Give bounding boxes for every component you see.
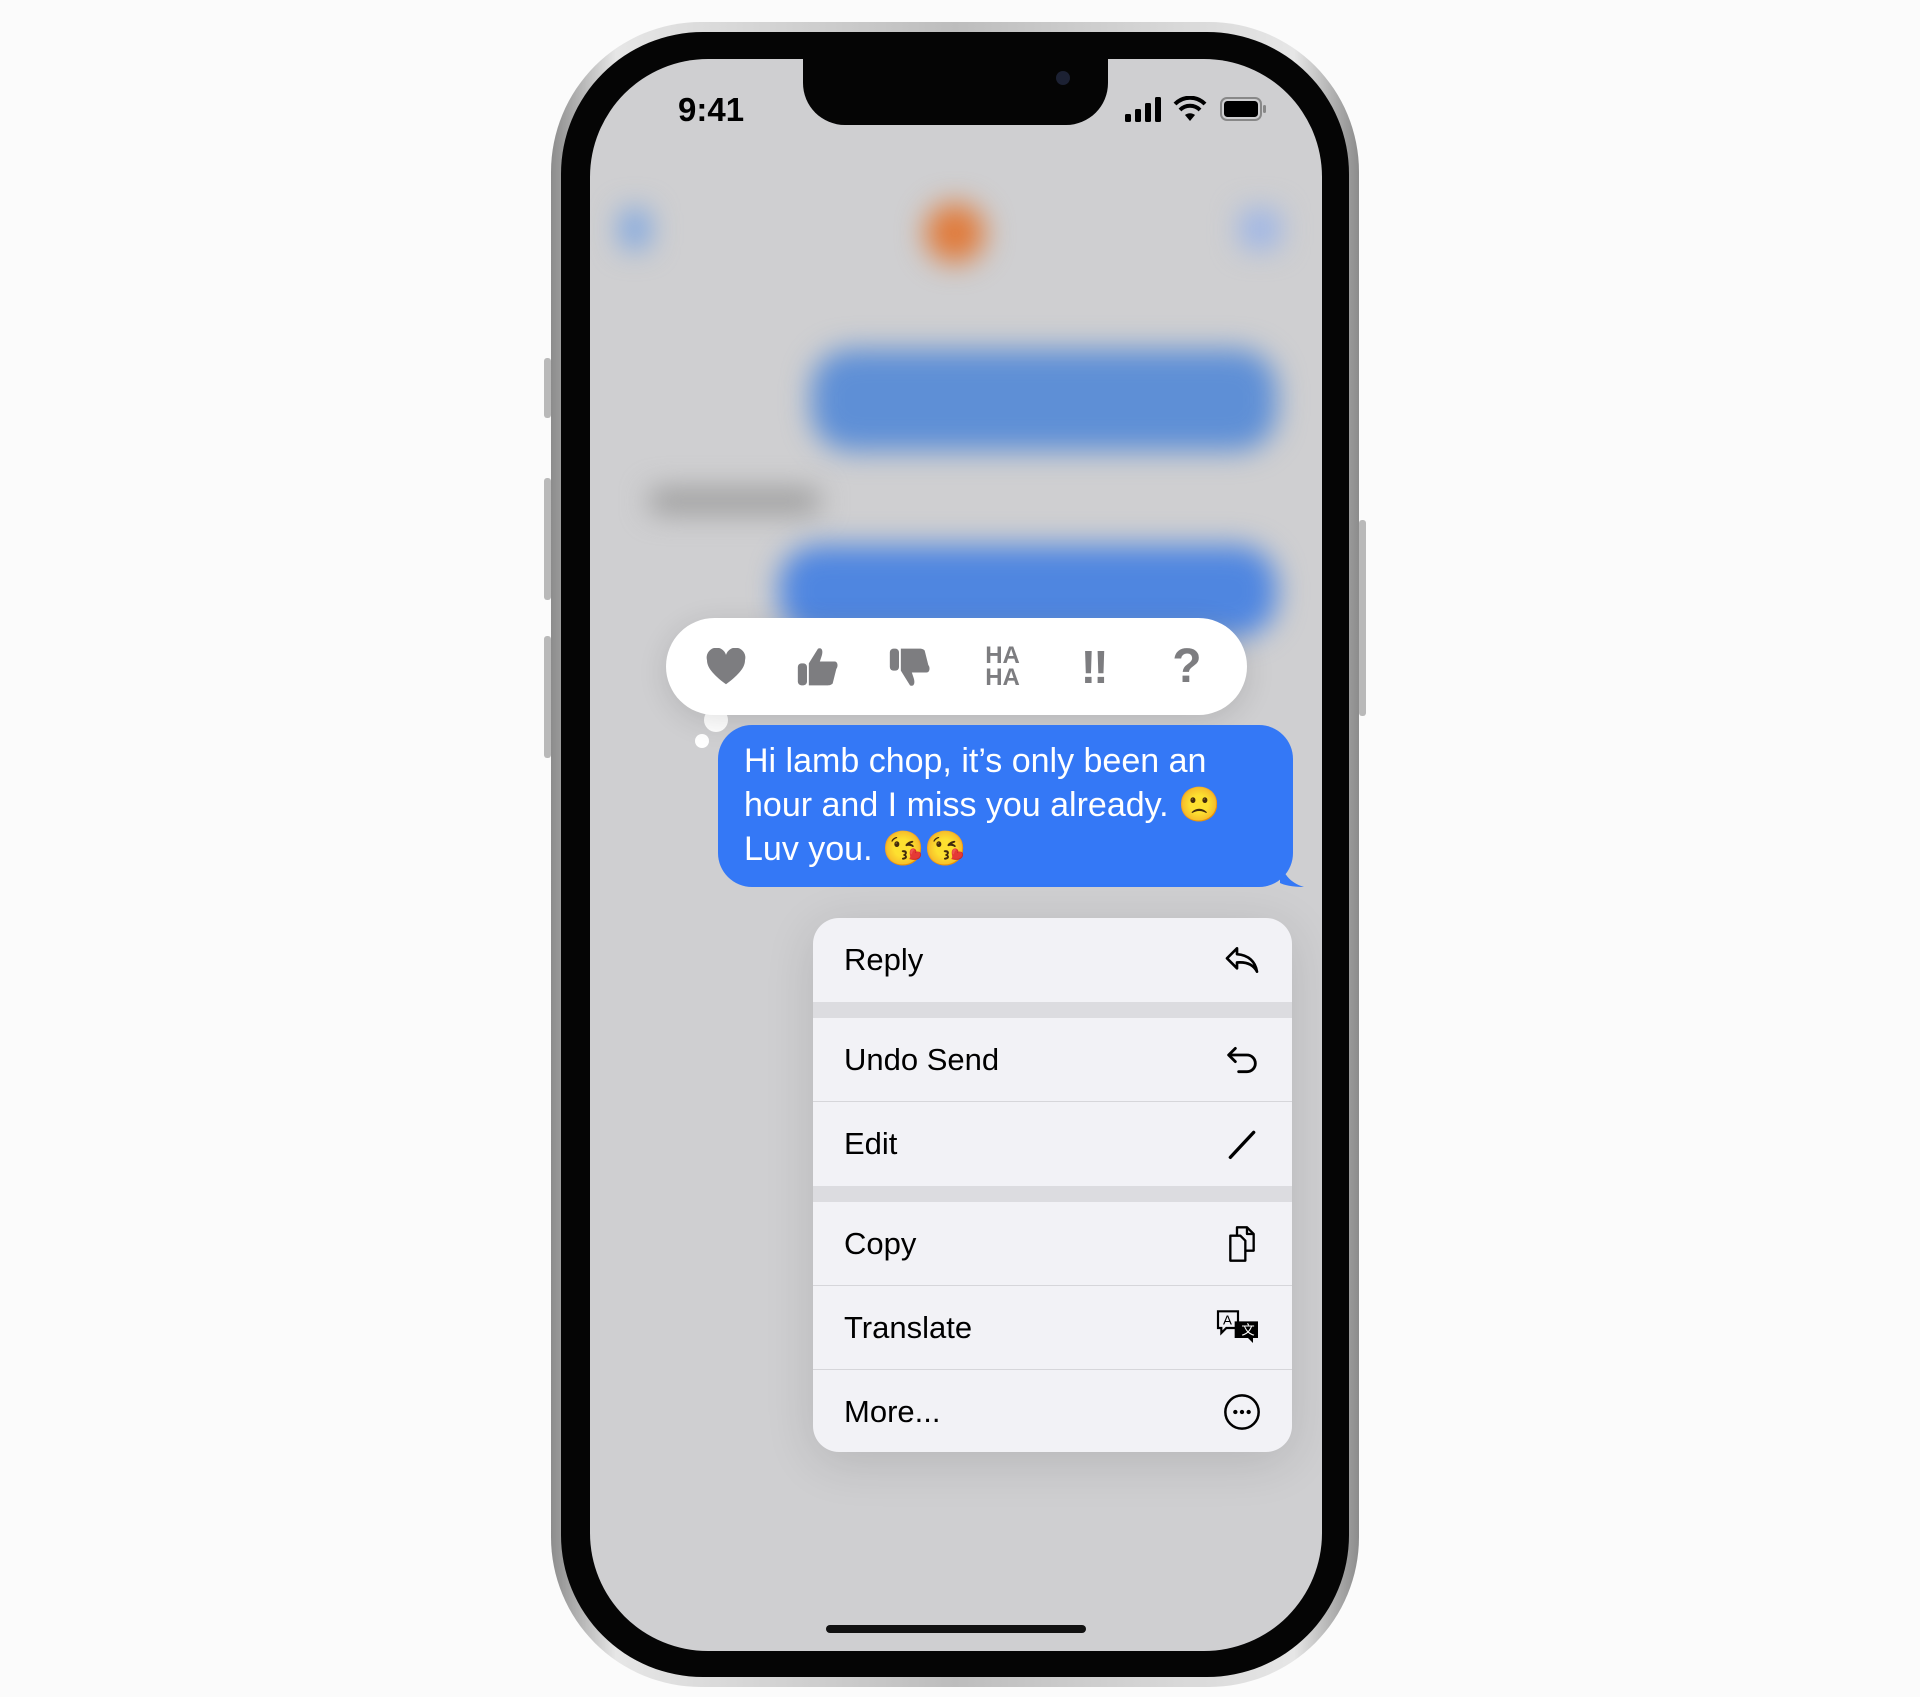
notch xyxy=(803,59,1108,125)
menu-separator xyxy=(813,1186,1292,1202)
camera xyxy=(1056,71,1070,85)
screen: 9:41 HA HA ‼ ? Hi lamb chop, it’s only b… xyxy=(590,59,1322,1651)
heart-icon xyxy=(706,647,746,684)
message-line: Hi lamb chop, it’s only been an xyxy=(744,742,1207,780)
back-button xyxy=(620,209,650,249)
reaction-emphasize[interactable]: ‼ xyxy=(1065,637,1125,697)
menu-item-reply[interactable]: Reply xyxy=(813,918,1292,1002)
message-line: Luv you. 😘😘 xyxy=(744,830,967,868)
facetime-button xyxy=(1240,209,1280,249)
svg-text:文: 文 xyxy=(1241,1322,1254,1337)
volume-up-button xyxy=(544,478,551,600)
menu-item-edit[interactable]: Edit xyxy=(813,1102,1292,1186)
haha-label: HA xyxy=(985,663,1020,691)
reaction-thumbs-down[interactable] xyxy=(880,637,940,697)
blurred-message xyxy=(811,349,1277,451)
menu-item-undo-send[interactable]: Undo Send xyxy=(813,1018,1292,1102)
status-time: 9:41 xyxy=(678,91,745,128)
menu-item-label: More... xyxy=(844,1394,941,1429)
blurred-text xyxy=(649,489,820,513)
menu-item-copy[interactable]: Copy xyxy=(813,1202,1292,1286)
reply-icon xyxy=(1225,947,1259,973)
reaction-question[interactable]: ? xyxy=(1157,637,1217,697)
menu-item-label: Translate xyxy=(844,1309,973,1345)
copy-icon xyxy=(1229,1225,1255,1262)
silent-switch xyxy=(544,358,551,418)
battery-icon xyxy=(1220,97,1266,121)
menu-item-translate[interactable]: Translate A文 xyxy=(813,1286,1292,1370)
menu-item-label: Reply xyxy=(844,942,924,977)
menu-item-more[interactable]: More... xyxy=(813,1370,1292,1452)
menu-separator xyxy=(813,1002,1292,1018)
svg-text:A: A xyxy=(1223,1312,1232,1327)
translate-icon: A文 xyxy=(1216,1309,1258,1343)
context-menu: Reply Undo Send Edit Copy Translate A文 M… xyxy=(813,918,1292,1452)
thumbs-up-icon xyxy=(798,647,838,685)
message-line: hour and I miss you already. 🙁 xyxy=(744,786,1221,824)
reaction-thumbs-up[interactable] xyxy=(788,637,848,697)
undo-icon xyxy=(1227,1046,1257,1073)
reaction-tail xyxy=(695,734,709,748)
reaction-heart[interactable] xyxy=(696,637,756,697)
pencil-icon xyxy=(1228,1130,1256,1159)
contact-avatar xyxy=(925,203,985,263)
menu-item-label: Undo Send xyxy=(844,1041,1000,1077)
volume-down-button xyxy=(544,636,551,758)
side-button xyxy=(1359,520,1366,716)
cellular-signal-icon xyxy=(1125,97,1161,122)
message-bubble[interactable]: Hi lamb chop, it’s only been an hour and… xyxy=(718,725,1293,887)
home-indicator[interactable] xyxy=(826,1625,1086,1633)
thumbs-down-icon xyxy=(890,648,930,686)
bubble-tail xyxy=(1280,859,1304,887)
tapback-bar: HA HA ‼ ? xyxy=(666,618,1247,715)
menu-item-label: Edit xyxy=(844,1126,898,1161)
reaction-haha[interactable]: HA HA xyxy=(973,637,1033,697)
menu-item-label: Copy xyxy=(844,1225,917,1261)
ellipsis-circle-icon xyxy=(1224,1394,1260,1430)
wifi-icon xyxy=(1173,96,1207,121)
